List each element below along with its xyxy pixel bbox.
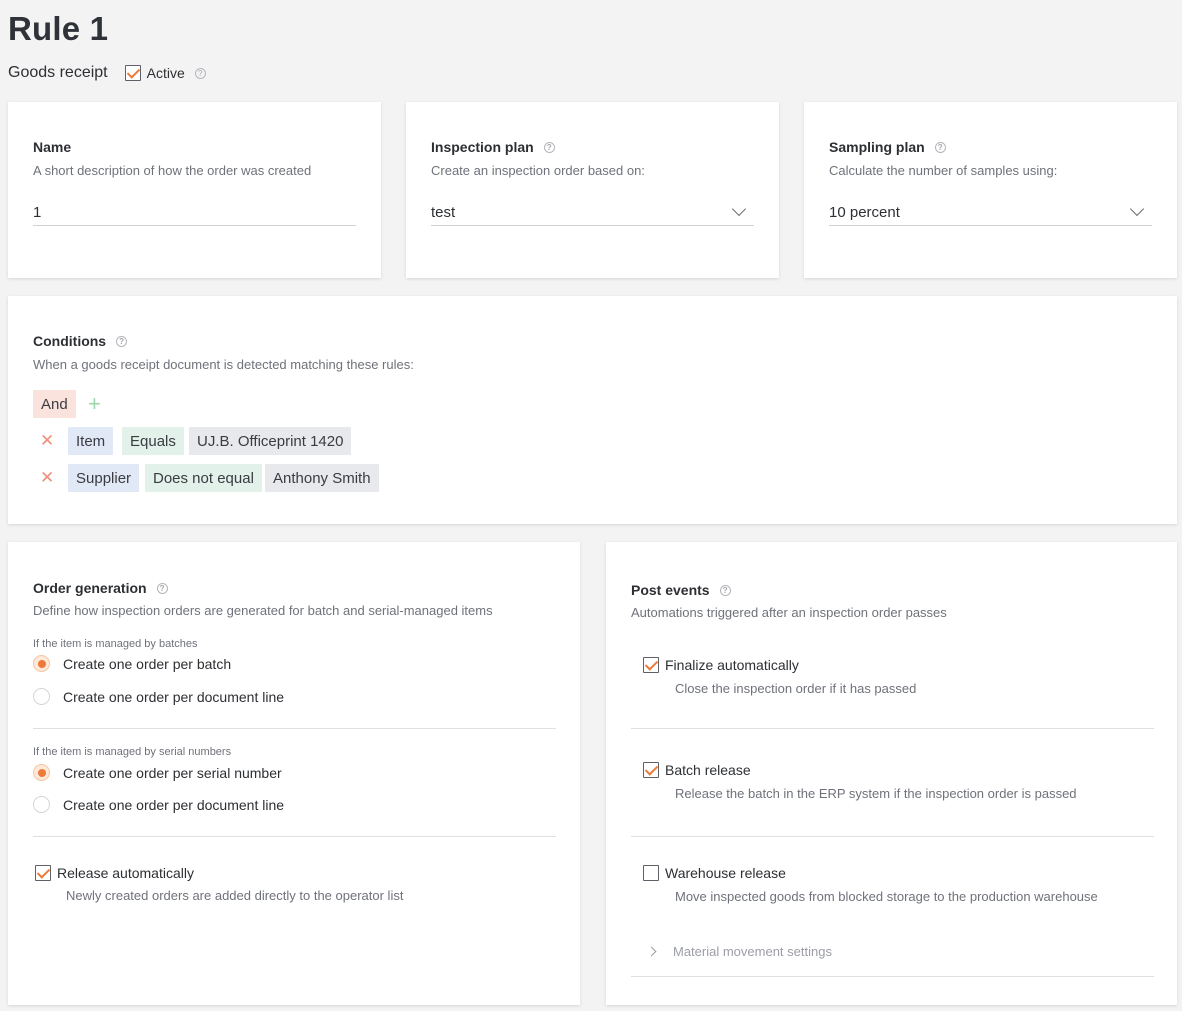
release-automatically-label: Release automatically	[57, 865, 194, 881]
order-generation-card: Order generation ? Define how inspection…	[8, 542, 580, 1005]
option-label: Create one order per document line	[63, 796, 285, 813]
release-automatically-checkbox[interactable]	[35, 865, 51, 881]
condition-value-chip[interactable]: UJ.B. Officeprint 1420	[189, 427, 352, 455]
radio-unselected[interactable]	[33, 688, 50, 705]
active-checkbox[interactable]	[124, 65, 141, 81]
inspection-plan-card: Inspection plan ? Create an inspection o…	[406, 102, 779, 278]
material-movement-settings-label: Material movement settings	[673, 944, 832, 959]
radio-selected[interactable]	[33, 655, 50, 672]
remove-condition-icon[interactable]: ✕	[40, 469, 54, 486]
add-condition-icon[interactable]: +	[88, 393, 101, 415]
serial-option-per-serial[interactable]: Create one order per serial number	[33, 764, 282, 781]
radio-unselected[interactable]	[33, 796, 50, 813]
option-label: Create one order per serial number	[63, 764, 282, 781]
sampling-plan-header: Sampling plan ?	[829, 139, 946, 155]
rule-type: Goods receipt	[8, 64, 108, 81]
divider	[33, 728, 556, 729]
conditions-description: When a goods receipt document is detecte…	[33, 357, 414, 372]
batch-release-toggle[interactable]: Batch release	[643, 762, 751, 778]
name-input[interactable]: 1	[33, 200, 356, 226]
name-description: A short description of how the order was…	[33, 163, 312, 178]
help-icon[interactable]: ?	[156, 582, 168, 594]
conditions-card: Conditions ? When a goods receipt docume…	[8, 296, 1177, 524]
batch-option-per-line[interactable]: Create one order per document line	[33, 688, 284, 705]
order-generation-header: Order generation ?	[33, 580, 168, 596]
inspection-plan-select[interactable]: test	[431, 200, 754, 226]
finalize-label: Finalize automatically	[665, 657, 799, 673]
inspection-plan-header: Inspection plan ?	[431, 139, 555, 155]
active-label: Active	[146, 65, 185, 81]
sampling-plan-select[interactable]: 10 percent	[829, 200, 1152, 226]
help-icon[interactable]: ?	[719, 584, 731, 596]
divider	[631, 728, 1154, 729]
divider	[33, 836, 556, 837]
chevron-down-icon	[731, 201, 747, 217]
page-title: Rule 1	[8, 10, 109, 47]
sampling-plan-value: 10 percent	[829, 204, 900, 221]
condition-operator-chip[interactable]: Does not equal	[145, 464, 262, 492]
inspection-plan-value: test	[431, 204, 456, 221]
order-generation-title: Order generation	[33, 580, 147, 596]
batch-group-label: If the item is managed by batches	[33, 638, 198, 650]
batch-release-checkbox[interactable]	[643, 762, 659, 778]
radio-selected[interactable]	[33, 764, 50, 781]
name-card: Name A short description of how the orde…	[8, 102, 381, 278]
post-events-title: Post events	[631, 582, 710, 598]
post-events-description: Automations triggered after an inspectio…	[631, 605, 947, 620]
remove-condition-icon[interactable]: ✕	[40, 432, 54, 449]
material-movement-settings[interactable]: Material movement settings	[646, 944, 832, 959]
batch-release-description: Release the batch in the ERP system if t…	[675, 786, 1077, 801]
finalize-description: Close the inspection order if it has pas…	[675, 681, 917, 696]
name-value: 1	[33, 204, 42, 221]
finalize-checkbox[interactable]	[643, 657, 659, 673]
sampling-plan-description: Calculate the number of samples using:	[829, 163, 1058, 178]
help-icon[interactable]: ?	[116, 335, 128, 347]
divider	[631, 836, 1154, 837]
help-icon[interactable]: ?	[934, 141, 946, 153]
order-generation-description: Define how inspection orders are generat…	[33, 603, 493, 618]
chevron-right-icon	[646, 946, 657, 957]
condition-field-chip[interactable]: Supplier	[68, 464, 140, 492]
warehouse-release-description: Move inspected goods from blocked storag…	[675, 889, 1098, 904]
conditions-title: Conditions	[33, 333, 107, 349]
batch-release-label: Batch release	[665, 762, 751, 778]
warehouse-release-toggle[interactable]: Warehouse release	[643, 865, 786, 881]
sampling-plan-title: Sampling plan	[829, 139, 925, 155]
inspection-plan-description: Create an inspection order based on:	[431, 163, 645, 178]
post-events-header: Post events ?	[631, 582, 731, 598]
chevron-down-icon	[1129, 201, 1145, 217]
release-automatically-description: Newly created orders are added directly …	[66, 888, 404, 903]
warehouse-release-checkbox[interactable]	[643, 865, 659, 881]
rule-header: Goods receipt Active ?	[8, 62, 206, 84]
sampling-plan-card: Sampling plan ? Calculate the number of …	[804, 102, 1177, 278]
help-icon[interactable]: ?	[194, 67, 206, 79]
warehouse-release-label: Warehouse release	[665, 865, 786, 881]
conditions-header: Conditions ?	[33, 333, 128, 349]
serial-group-label: If the item is managed by serial numbers	[33, 746, 232, 758]
logic-and-chip[interactable]: And	[33, 390, 76, 418]
finalize-automatically-toggle[interactable]: Finalize automatically	[643, 657, 799, 673]
help-icon[interactable]: ?	[543, 141, 555, 153]
condition-operator-chip[interactable]: Equals	[122, 427, 184, 455]
option-label: Create one order per batch	[63, 655, 232, 672]
post-events-card: Post events ? Automations triggered afte…	[606, 542, 1177, 1005]
release-automatically-toggle[interactable]: Release automatically	[35, 865, 194, 881]
batch-option-per-batch[interactable]: Create one order per batch	[33, 655, 231, 672]
inspection-plan-title: Inspection plan	[431, 139, 534, 155]
condition-field-chip[interactable]: Item	[68, 427, 114, 455]
condition-value-chip[interactable]: Anthony Smith	[265, 464, 379, 492]
name-title: Name	[33, 139, 72, 155]
divider	[631, 976, 1154, 977]
option-label: Create one order per document line	[63, 688, 285, 705]
serial-option-per-line[interactable]: Create one order per document line	[33, 796, 284, 813]
